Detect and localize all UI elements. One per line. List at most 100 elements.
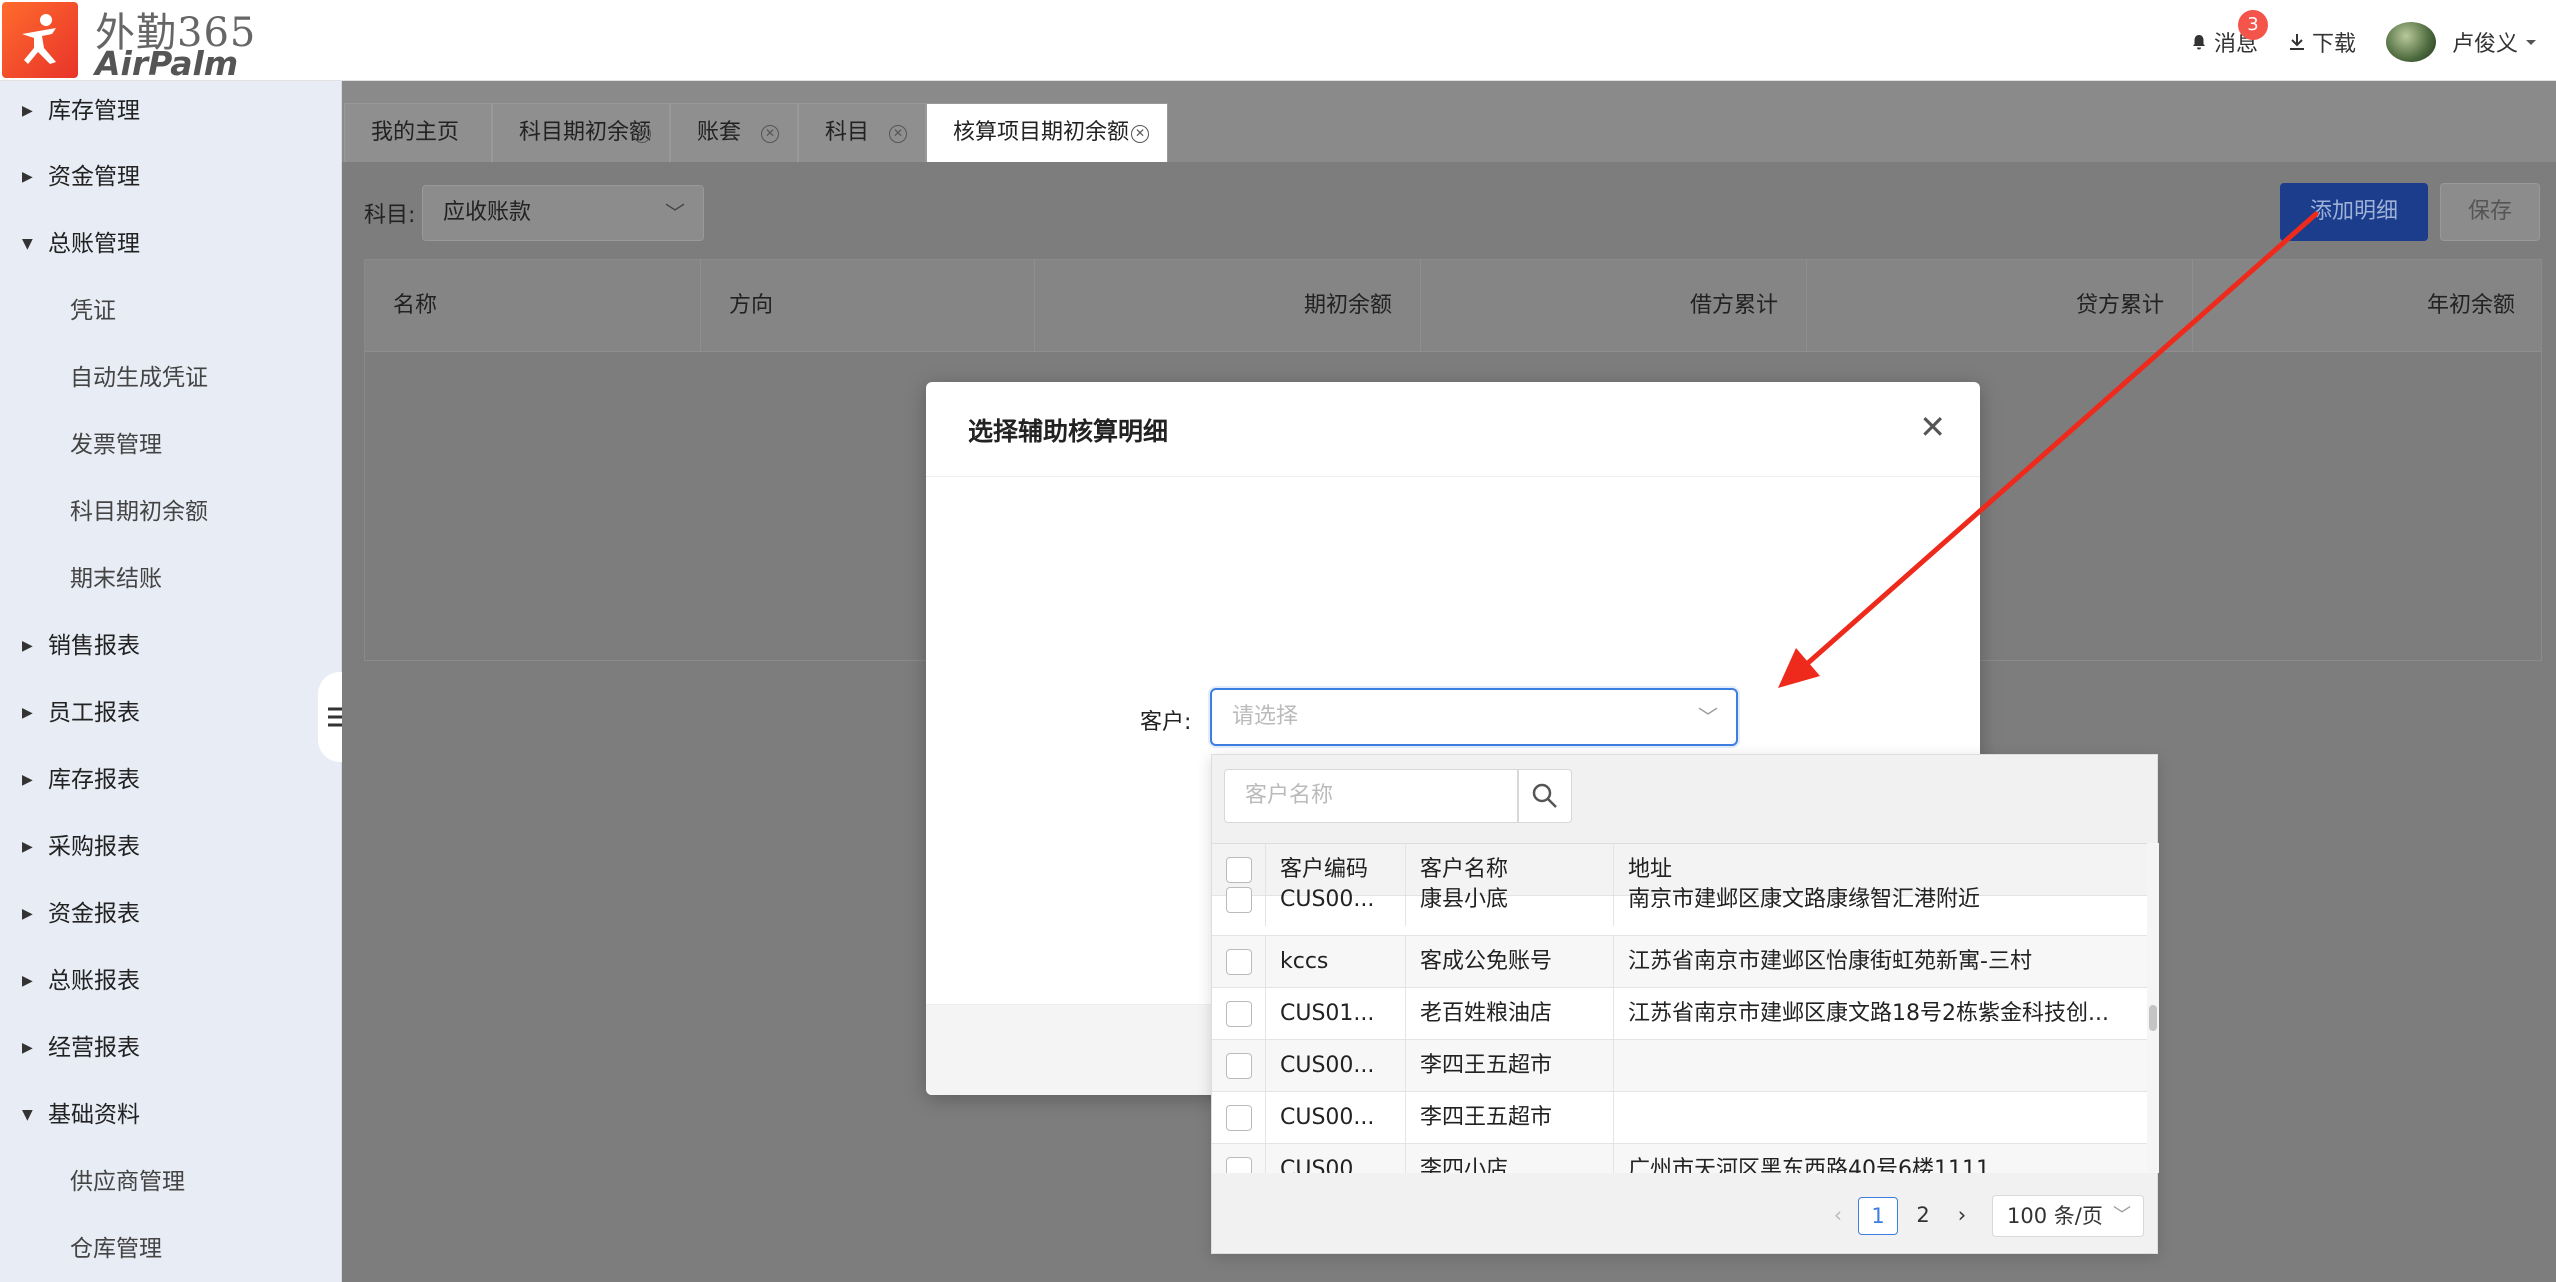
search-button[interactable] [1518,769,1572,823]
messages-button[interactable]: 消息 3 [2190,10,2268,58]
customer-code: CUS00... [1266,874,1406,926]
sidebar-item-auto-voucher[interactable]: 自动生成凭证 [0,348,342,408]
prev-page-button[interactable]: ‹ [1826,1197,1850,1235]
caret-right-icon: ▶ [22,103,33,119]
row-checkbox[interactable] [1226,1053,1252,1079]
tab-subject-opening-balance[interactable]: 科目期初余额 ✕ [492,103,670,162]
row-checkbox-cell [1212,1144,1266,1173]
bell-icon [2192,35,2205,50]
sidebar-item-ledger-report[interactable]: ▶ 总账报表 [0,951,342,1011]
sidebar-item-operation-report[interactable]: ▶ 经营报表 [0,1018,342,1078]
download-button[interactable]: 下载 [2288,26,2356,58]
sidebar-item-voucher[interactable]: 凭证 [0,281,342,341]
customer-address: 广州市天河区黑东西路40号6楼1111 [1628,1157,1990,1173]
close-tab-icon[interactable]: ✕ [761,125,779,143]
sidebar-item-invoice[interactable]: 发票管理 [0,415,342,475]
next-page-button[interactable]: › [1948,1197,1976,1235]
table-header: 名称 方向 期初余额 借方累计 贷方累计 年初余额 [365,260,2541,352]
customer-code: CUS00... [1266,1040,1406,1092]
customer-code: CUS00... [1266,1092,1406,1144]
add-detail-button[interactable]: 添加明细 [2280,183,2428,241]
customer-address: 江苏省南京市建邺区怡康街虹苑新寓-三村 [1628,949,2032,974]
save-button[interactable]: 保存 [2440,183,2540,241]
scrollbar-thumb[interactable] [2149,1005,2157,1031]
row-checkbox[interactable] [1226,887,1252,913]
sidebar-item-period-close[interactable]: 期末结账 [0,549,342,609]
caret-right-icon: ▶ [22,705,33,721]
user-name: 卢俊义 [2451,32,2518,57]
subject-select[interactable]: 应收账款 ﹀ [422,185,704,241]
close-tab-icon[interactable]: ✕ [889,125,907,143]
user-menu[interactable]: 卢俊义 [2385,22,2538,62]
sidebar-item-label: 凭证 [70,298,116,324]
sidebar-item-funds-mgmt[interactable]: ▶ 资金管理 [0,147,342,207]
sidebar-item-funds-report[interactable]: ▶ 资金报表 [0,884,342,944]
page-2-button[interactable]: 2 [1906,1197,1940,1235]
tab-label: 科目 [825,120,870,145]
customer-select[interactable]: 请选择 ﹀ [1210,688,1738,746]
customer-select-placeholder: 请选择 [1232,704,1299,729]
tab-home[interactable]: 我的主页 [344,103,492,162]
caret-right-icon: ▶ [22,772,33,788]
chevron-down-icon: ﹀ [1698,705,1718,729]
sidebar-item-label: 销售报表 [48,633,140,659]
download-label: 下载 [2311,32,2356,57]
customer-address: 南京市建邺区康文路康缘智汇港附近 [1628,887,1981,912]
row-checkbox[interactable] [1226,1105,1252,1131]
sidebar-nav: ▶ 库存管理 ▶ 资金管理 ▼ 总账管理 凭证 自动生成凭证 发票管理 科目期初余额 … [0,81,342,1282]
sidebar-item-basic-data[interactable]: ▼ 基础资料 [0,1085,342,1145]
customer-name-search-input[interactable]: 客户名称 [1224,769,1518,823]
app-logo[interactable] [2,2,78,78]
page-size-select[interactable]: 100 条/页 ﹀ [1992,1195,2144,1237]
customer-name: 康县小底 [1406,874,1614,926]
column-header-direction: 方向 [701,260,1035,352]
sidebar-item-label: 库存管理 [48,98,140,124]
close-tab-icon[interactable]: ✕ [633,125,651,143]
sidebar-item-staff-report[interactable]: ▶ 员工报表 [0,683,342,743]
customer-name: 李四王五超市 [1406,1092,1614,1144]
sidebar-item-inventory-mgmt[interactable]: ▶ 库存管理 [0,81,342,141]
sidebar-item-label: 员工报表 [48,700,140,726]
table-row[interactable]: CUS01... 老百姓粮油店 江苏省南京市建邺区康文路18号2栋紫金科技创..… [1212,988,2147,1040]
table-row[interactable]: CUS00... 李四王五超市 [1212,1040,2147,1092]
caret-right-icon: ▶ [22,906,33,922]
table-row[interactable]: kccs 客成公免账号 江苏省南京市建邺区怡康街虹苑新寓-三村 [1212,936,2147,988]
subject-label: 科目: [364,203,416,228]
sidebar-item-purchase-report[interactable]: ▶ 采购报表 [0,817,342,877]
sidebar-item-label: 总账报表 [48,968,140,994]
column-header-debit-total: 借方累计 [1421,260,1807,352]
tab-account-set[interactable]: 账套 ✕ [670,103,798,162]
sidebar-item-label: 科目期初余额 [70,499,208,525]
row-checkbox[interactable] [1226,949,1252,975]
tab-subject[interactable]: 科目 ✕ [798,103,926,162]
customer-code: CUS00... [1266,1144,1406,1173]
header-actions: 消息 3 下载 卢俊义 [2170,10,2538,62]
sidebar-item-inventory-report[interactable]: ▶ 库存报表 [0,750,342,810]
table-scrollbar[interactable] [2147,843,2159,1173]
runner-logo-icon [22,14,56,64]
row-checkbox[interactable] [1226,1001,1252,1027]
tab-bar: 我的主页 科目期初余额 ✕ 账套 ✕ 科目 ✕ 核算项目期初余额 ✕ [342,81,2556,162]
table-row[interactable]: CUS00... 李四王五超市 [1212,1092,2147,1144]
table-row[interactable]: CUS00... 康县小底 南京市建邺区康文路康缘智汇港附近 [1212,874,2147,936]
top-header: 外勤365 AirPalm 消息 3 下载 卢俊义 [0,0,2556,83]
table-row[interactable]: CUS00... 李四小店 广州市天河区黑东西路40号6楼1111 [1212,1144,2147,1173]
page-1-button[interactable]: 1 [1858,1197,1898,1235]
customer-dropdown-panel: 客户名称 客户编码 客户名称 地址 CUS00... 康县小底 南京市建邺区康文… [1211,754,2159,1254]
customer-code: CUS01... [1266,988,1406,1040]
sidebar-item-warehouse-mgmt[interactable]: 仓库管理 [0,1219,342,1279]
sidebar-item-ledger-mgmt[interactable]: ▼ 总账管理 [0,214,342,274]
tab-accounting-item-opening-balance[interactable]: 核算项目期初余额 ✕ [926,103,1168,162]
customer-name: 客成公免账号 [1406,936,1614,988]
sidebar-item-supplier-mgmt[interactable]: 供应商管理 [0,1152,342,1212]
caret-right-icon: ▶ [22,169,33,185]
row-checkbox[interactable] [1226,1157,1252,1173]
tab-label: 科目期初余额 [519,120,652,145]
close-icon[interactable]: ✕ [1919,408,1946,446]
sidebar-item-subject-opening-balance[interactable]: 科目期初余额 [0,482,342,542]
search-placeholder: 客户名称 [1245,783,1334,808]
sidebar-item-sales-report[interactable]: ▶ 销售报表 [0,616,342,676]
close-tab-icon[interactable]: ✕ [1131,125,1149,143]
caret-down-icon: ▼ [22,236,33,252]
modal-title: 选择辅助核算明细 [968,417,1169,446]
